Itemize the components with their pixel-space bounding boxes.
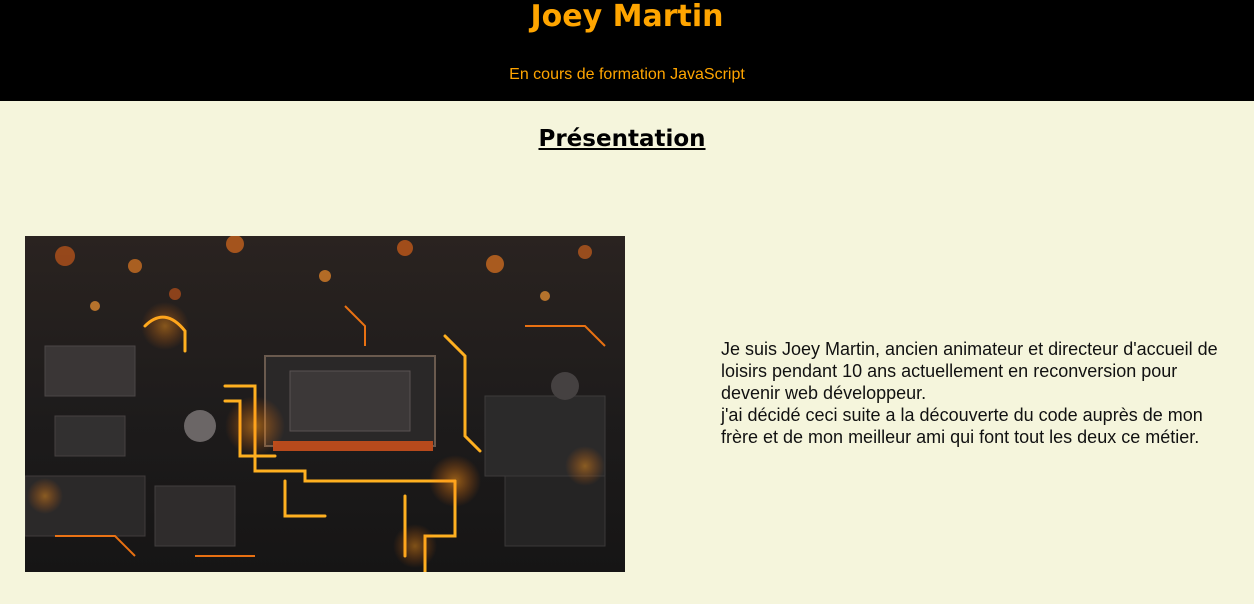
circuit-board-image	[25, 236, 625, 572]
site-title: Joey Martin	[530, 0, 724, 34]
section-title: Présentation	[538, 126, 706, 152]
intro-paragraph-2: j'ai décidé ceci suite a la découverte d…	[721, 405, 1203, 447]
site-subtitle: En cours de formation JavaScript	[509, 66, 745, 83]
intro-text: Je suis Joey Martin, ancien animateur et…	[721, 338, 1221, 448]
intro-paragraph-1: Je suis Joey Martin, ancien animateur et…	[721, 339, 1218, 403]
site-header: Joey Martin En cours de formation JavaSc…	[0, 0, 1254, 101]
